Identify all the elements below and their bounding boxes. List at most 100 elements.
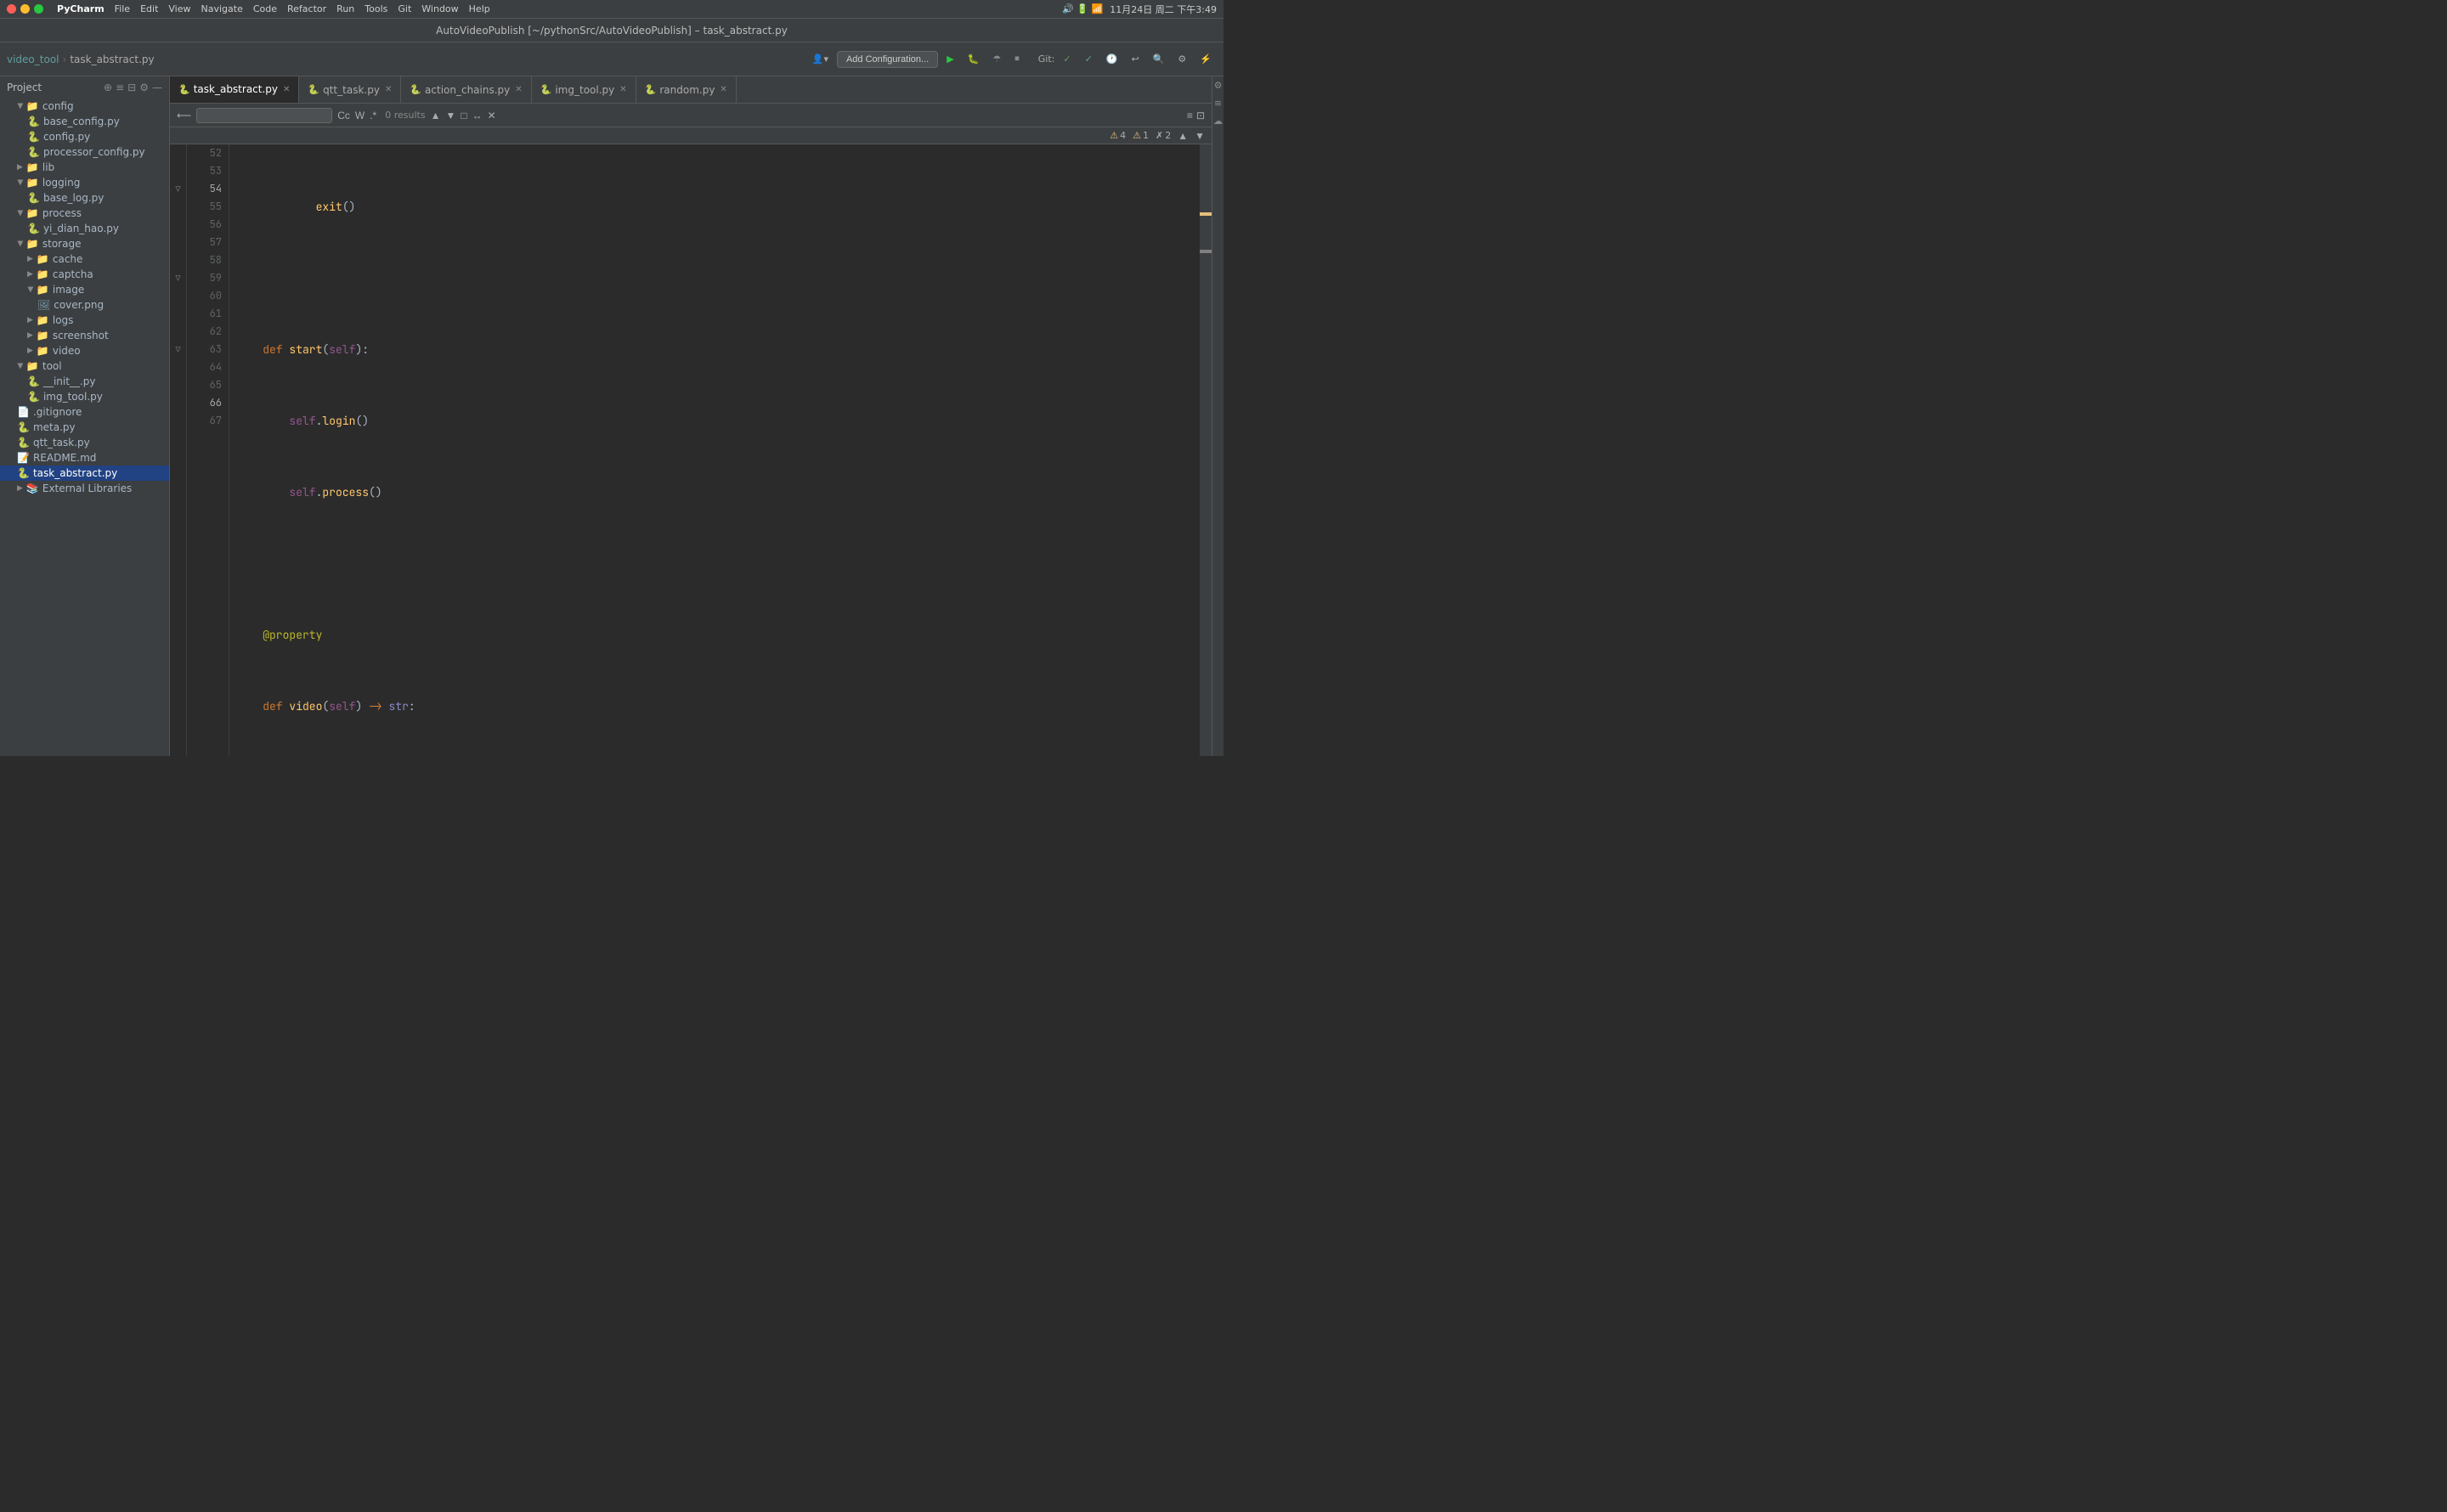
sidebar-item-gitignore[interactable]: 📄 .gitignore xyxy=(0,404,169,420)
search-nav-up[interactable]: ▲ xyxy=(431,110,441,121)
menu-tools[interactable]: Tools xyxy=(365,3,387,14)
tab-qtt-task[interactable]: 🐍 qtt_task.py ✕ xyxy=(299,76,401,104)
add-configuration-button[interactable]: Add Configuration... xyxy=(837,51,938,68)
git-history-button[interactable]: 🕐 xyxy=(1101,50,1123,68)
folder-icon: 📁 xyxy=(26,100,39,112)
search-everywhere-button[interactable]: 🔍 xyxy=(1148,50,1170,68)
settings-button[interactable]: ⚙ xyxy=(1173,50,1191,68)
search-prev-button[interactable]: ⟵ xyxy=(177,110,191,121)
stop-button[interactable]: ⏹ xyxy=(1009,50,1025,68)
minimize-button[interactable] xyxy=(20,4,30,14)
menu-git[interactable]: Git xyxy=(398,3,411,14)
folder-icon: 📁 xyxy=(37,314,49,326)
menu-edit[interactable]: Edit xyxy=(140,3,158,14)
sidebar-item-external-libraries[interactable]: ▶ 📚 External Libraries xyxy=(0,481,169,496)
sidebar-item-process[interactable]: ▶ 📁 process xyxy=(0,206,169,221)
sidebar-filter-icon[interactable]: ⊟ xyxy=(127,82,136,93)
git-update-button[interactable]: ✓ xyxy=(1058,50,1076,68)
right-sidebar-icon-1[interactable]: ⚙ xyxy=(1214,80,1223,91)
tab-action-chains[interactable]: 🐍 action_chains.py ✕ xyxy=(401,76,531,104)
git-rollback-button[interactable]: ↩ xyxy=(1127,50,1144,68)
sidebar-item-captcha[interactable]: ▶ 📁 captcha xyxy=(0,267,169,282)
menu-code[interactable]: Code xyxy=(253,3,277,14)
scroll-gutter[interactable] xyxy=(1200,144,1212,756)
sidebar-item-cover-png[interactable]: 🖼 cover.png xyxy=(0,297,169,313)
menu-file[interactable]: File xyxy=(115,3,130,14)
sidebar-item-image[interactable]: ▶ 📁 image xyxy=(0,282,169,297)
sidebar-item-yi-dian-hao[interactable]: 🐍 yi_dian_hao.py xyxy=(0,221,169,236)
tab-close-icon[interactable]: ✕ xyxy=(385,85,392,94)
search-nav-down[interactable]: ▼ xyxy=(445,110,455,121)
tab-task-abstract[interactable]: 🐍 task_abstract.py ✕ xyxy=(170,76,299,104)
sidebar-close-icon[interactable]: — xyxy=(152,82,162,93)
tab-img-tool[interactable]: 🐍 img_tool.py ✕ xyxy=(532,76,636,104)
profile-button[interactable]: 👤▾ xyxy=(807,50,834,68)
coverage-button[interactable]: ☂ xyxy=(987,50,1006,68)
search-bar: ⟵ Cc W .* 0 results ▲ ▼ □ ↔ ✕ ≡ ⊡ xyxy=(170,104,1212,127)
search-list-button[interactable]: ≡ xyxy=(1187,110,1193,121)
search-word-button[interactable]: W xyxy=(355,110,365,121)
sidebar-item-base-log[interactable]: 🐍 base_log.py xyxy=(0,190,169,206)
tab-random[interactable]: 🐍 random.py ✕ xyxy=(636,76,737,104)
tab-close-icon[interactable]: ✕ xyxy=(619,85,626,94)
git-commit-button[interactable]: ✓ xyxy=(1080,50,1098,68)
sidebar-item-qtt-task[interactable]: 🐍 qtt_task.py xyxy=(0,435,169,450)
warnings-down-button[interactable]: ▼ xyxy=(1195,130,1205,142)
sidebar-settings-icon[interactable]: ⚙ xyxy=(139,82,149,93)
sidebar-item-config[interactable]: ▶ 📁 config xyxy=(0,99,169,114)
sidebar-item-tool[interactable]: ▶ 📁 tool xyxy=(0,358,169,374)
sidebar-item-init[interactable]: 🐍 __init__.py xyxy=(0,374,169,389)
sidebar-item-video[interactable]: ▶ 📁 video xyxy=(0,343,169,358)
search-replace-button[interactable]: ↔ xyxy=(472,110,483,121)
search-input[interactable] xyxy=(196,108,332,123)
breadcrumb-root[interactable]: video_tool xyxy=(7,54,59,65)
code-content[interactable]: exit() def start(self): self.login() xyxy=(229,144,1200,756)
menu-navigate[interactable]: Navigate xyxy=(201,3,243,14)
close-button[interactable] xyxy=(7,4,16,14)
tab-close-icon[interactable]: ✕ xyxy=(515,85,522,94)
fold-icon[interactable]: ▽ xyxy=(176,183,181,195)
sidebar-item-storage[interactable]: ▶ 📁 storage xyxy=(0,236,169,251)
maximize-button[interactable] xyxy=(34,4,43,14)
sidebar-item-logging[interactable]: ▶ 📁 logging xyxy=(0,175,169,190)
right-sidebar-icon-3[interactable]: ☁ xyxy=(1213,116,1223,127)
menu-help[interactable]: Help xyxy=(469,3,490,14)
search-regex-button[interactable]: .* xyxy=(370,110,376,121)
search-case-button[interactable]: Cc xyxy=(337,110,350,121)
sidebar-item-logs[interactable]: ▶ 📁 logs xyxy=(0,313,169,328)
menu-window[interactable]: Window xyxy=(421,3,458,14)
sidebar-locate-icon[interactable]: ⊕ xyxy=(104,82,112,93)
titlebar: AutoVideoPublish [~/pythonSrc/AutoVideoP… xyxy=(0,19,1224,42)
menu-refactor[interactable]: Refactor xyxy=(287,3,326,14)
fold-icon[interactable]: ▽ xyxy=(176,344,181,355)
sidebar-item-cache[interactable]: ▶ 📁 cache xyxy=(0,251,169,267)
sidebar-item-meta[interactable]: 🐍 meta.py xyxy=(0,420,169,435)
right-sidebar-icon-2[interactable]: ≡ xyxy=(1214,98,1222,109)
sidebar-item-readme[interactable]: 📝 README.md xyxy=(0,450,169,465)
folder-arrow-icon: ▶ xyxy=(15,364,24,370)
sidebar-item-task-abstract[interactable]: 🐍 task_abstract.py xyxy=(0,465,169,481)
line-num: 57 xyxy=(187,234,222,251)
sidebar-item-processor-config[interactable]: 🐍 processor_config.py xyxy=(0,144,169,160)
search-highlight-button[interactable]: □ xyxy=(461,110,466,121)
menu-view[interactable]: View xyxy=(168,3,190,14)
sidebar-item-base-config[interactable]: 🐍 base_config.py xyxy=(0,114,169,129)
warning-num: 4 xyxy=(1120,130,1126,141)
search-filter-button[interactable]: ⊡ xyxy=(1196,110,1205,121)
sidebar-item-config-py[interactable]: 🐍 config.py xyxy=(0,129,169,144)
sidebar-item-screenshot[interactable]: ▶ 📁 screenshot xyxy=(0,328,169,343)
line-num: 65 xyxy=(187,376,222,394)
tab-close-icon[interactable]: ✕ xyxy=(720,85,726,94)
breadcrumb-file[interactable]: task_abstract.py xyxy=(70,54,154,65)
sidebar-item-img-tool[interactable]: 🐍 img_tool.py xyxy=(0,389,169,404)
sidebar-item-lib[interactable]: ▶ 📁 lib xyxy=(0,160,169,175)
tab-close-icon[interactable]: ✕ xyxy=(283,85,290,94)
warnings-up-button[interactable]: ▲ xyxy=(1178,130,1188,142)
menu-run[interactable]: Run xyxy=(336,3,354,14)
search-keep-button[interactable]: ✕ xyxy=(488,110,496,121)
sidebar-expand-icon[interactable]: ≡ xyxy=(116,82,124,93)
fold-icon[interactable]: ▽ xyxy=(176,273,181,284)
notifications-button[interactable]: ⚡ xyxy=(1195,50,1217,68)
debug-button[interactable]: 🐛 xyxy=(963,50,985,68)
run-button[interactable]: ▶ xyxy=(941,50,958,68)
